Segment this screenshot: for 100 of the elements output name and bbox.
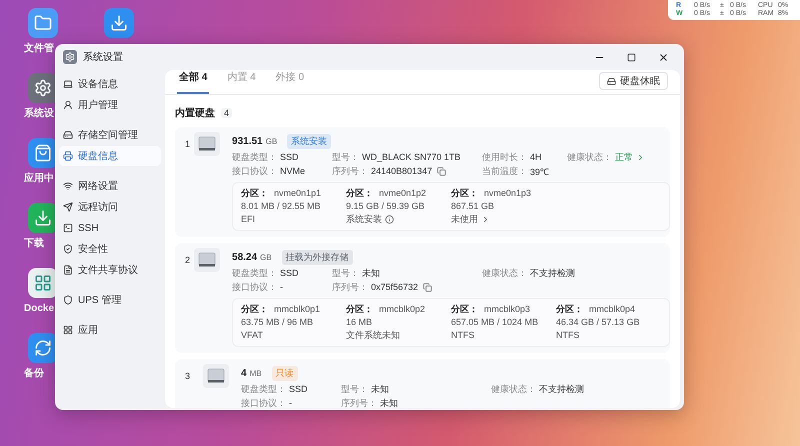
shield-icon: [63, 295, 73, 305]
field-value: 0x75f56732: [371, 282, 418, 292]
send-icon: [63, 202, 73, 212]
shield-check-icon: [63, 244, 73, 254]
copy-icon[interactable]: [437, 166, 446, 176]
app-label[interactable]: 文件管: [24, 42, 54, 55]
app-label[interactable]: 应用中: [24, 172, 54, 185]
disk-tag: 挂载为外接存储: [282, 250, 353, 264]
partition-name: nvme0n1p3: [484, 187, 532, 200]
partition-label: 分区：: [451, 187, 478, 200]
field-value: 4H: [530, 152, 542, 162]
partition-usage: 16 MB: [346, 316, 374, 329]
field-value: WD_BLACK SN770 1TB: [362, 152, 461, 162]
partition-note: 系统安装: [346, 213, 382, 226]
app-tile[interactable]: [104, 8, 134, 38]
terminal-icon: [63, 223, 73, 233]
network-icon: [63, 181, 73, 191]
partition-note: NTFS: [556, 329, 580, 342]
field-label: 序列号：: [332, 280, 368, 294]
app-label[interactable]: 备份: [24, 367, 44, 380]
sidebar-item[interactable]: SSH: [59, 218, 161, 238]
app-tile[interactable]: [28, 268, 58, 298]
disk-size: 58.24 GB: [232, 252, 272, 262]
partition-link[interactable]: 未使用: [451, 213, 478, 226]
partition-usage: 657.05 MB / 1024 MB: [451, 316, 540, 329]
partition-usage: 46.34 GB / 57.13 GB: [556, 316, 641, 329]
settings-icon: [34, 79, 52, 97]
field-value: 未知: [362, 266, 380, 280]
disk-index: 3: [185, 370, 192, 383]
download-icon: [110, 14, 128, 32]
partition-name: mmcblk0p1: [274, 303, 320, 316]
disk-sleep-button[interactable]: 硬盘休眠: [599, 72, 668, 90]
sidebar-item[interactable]: 设备信息: [59, 74, 161, 94]
maximize-icon: [626, 52, 636, 62]
field-value: SSD: [280, 268, 299, 278]
user-icon: [63, 100, 73, 110]
app-label[interactable]: Docke: [24, 302, 54, 315]
field-label: 接口协议：: [232, 280, 278, 294]
field-value: 未知: [380, 396, 398, 408]
field-label: 型号：: [341, 382, 368, 396]
field-label: 硬盘类型：: [241, 382, 286, 396]
partition-label: 分区：: [451, 303, 478, 316]
sidebar-item[interactable]: 远程访问: [59, 197, 161, 217]
app-tile[interactable]: [28, 333, 58, 363]
copy-icon[interactable]: [423, 282, 432, 292]
apps-icon: [63, 325, 73, 335]
field-label: 接口协议：: [241, 396, 286, 408]
sidebar-item[interactable]: UPS 管理: [59, 290, 161, 310]
field-label: 当前温度：: [482, 164, 528, 178]
app-tile[interactable]: [28, 73, 58, 103]
partition-note: VFAT: [241, 329, 263, 342]
app-tile[interactable]: [28, 138, 58, 168]
sidebar-item[interactable]: 安全性: [59, 239, 161, 259]
field-value: 不支持检测: [530, 266, 576, 280]
file-icon: [63, 265, 73, 275]
field-value: 24140B801347: [371, 166, 432, 176]
disk-size: 4 MB: [241, 368, 262, 378]
partition-label: 分区：: [346, 303, 374, 316]
settings-icon: [63, 50, 77, 64]
partition-label: 分区：: [241, 187, 268, 200]
laptop-icon: [63, 79, 73, 89]
field-label: 型号：: [332, 150, 360, 164]
partition-usage: 63.75 MB / 96 MB: [241, 316, 314, 329]
sidebar-item[interactable]: 应用: [59, 320, 161, 340]
field-value: 正常: [615, 150, 634, 164]
partition-name: mmcblk0p2: [379, 303, 426, 316]
sidebar-item[interactable]: 存储空间管理: [59, 125, 161, 145]
info-icon[interactable]: [385, 215, 394, 224]
sidebar-item[interactable]: 网络设置: [59, 176, 161, 196]
disk-size: 931.51 GB: [232, 136, 278, 146]
close-icon: [658, 52, 668, 62]
sidebar-item[interactable]: 硬盘信息: [59, 146, 161, 166]
tab[interactable]: 全部 4: [177, 70, 210, 94]
disk-tag: 只读: [272, 366, 298, 380]
bag-icon: [34, 144, 52, 162]
field-label: 健康状态：: [491, 382, 536, 396]
window-title: 系统设置: [83, 50, 124, 64]
app-label[interactable]: 系统设: [24, 107, 54, 120]
partition-label: 分区：: [346, 187, 374, 200]
app-tile[interactable]: [28, 203, 58, 233]
partition-usage: 867.51 GB: [451, 200, 496, 213]
field-label: 健康状态：: [567, 150, 612, 164]
field-label: 硬盘类型：: [232, 266, 278, 280]
app-tile[interactable]: [28, 8, 58, 38]
refresh-icon: [34, 339, 52, 357]
field-value: 未知: [371, 382, 389, 396]
field-value: 39℃: [530, 166, 550, 178]
field-label: 硬盘类型：: [232, 150, 278, 164]
disk-tag: 系统安装: [287, 134, 332, 148]
sidebar-item[interactable]: 文件共享协议: [59, 260, 161, 280]
sidebar-item[interactable]: 用户管理: [59, 95, 161, 115]
partition-name: mmcblk0p4: [589, 303, 636, 316]
partition-usage: 9.15 GB / 59.39 GB: [346, 200, 426, 213]
field-label: 型号：: [332, 266, 360, 280]
field-value: -: [289, 398, 292, 408]
partition-note: 文件系统未知: [346, 329, 400, 342]
field-label: 序列号：: [332, 164, 368, 178]
partition-note: EFI: [241, 213, 256, 226]
app-label[interactable]: 下载: [24, 237, 44, 250]
field-label: 接口协议：: [232, 164, 278, 178]
